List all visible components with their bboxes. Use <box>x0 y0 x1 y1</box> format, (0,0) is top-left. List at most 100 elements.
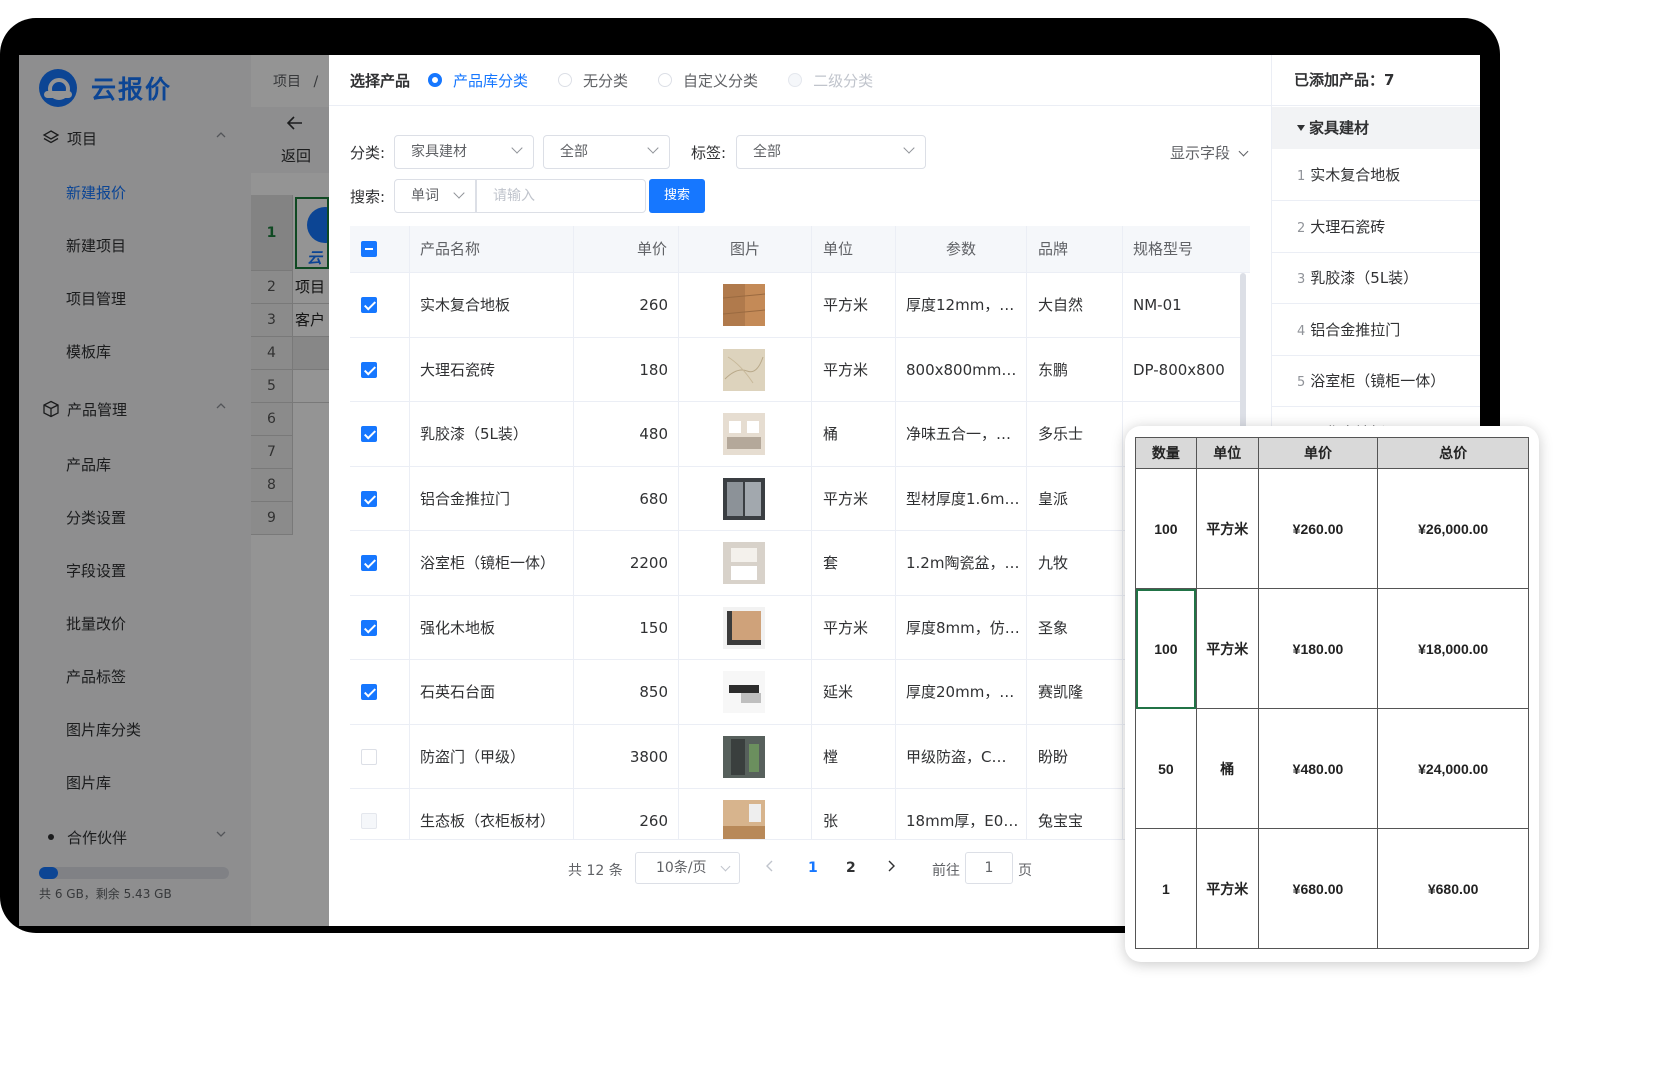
added-item-index: 2 <box>1297 220 1306 236</box>
page-number-2[interactable]: 2 <box>846 860 856 876</box>
table-row[interactable]: 乳胶漆（5L装）480桶净味五合一，…多乐士DL-5L-A890 <box>350 402 1242 467</box>
radio-no-category[interactable]: 无分类 <box>558 70 628 91</box>
radio-custom-category[interactable]: 自定义分类 <box>658 70 758 91</box>
table-row[interactable]: 防盗门（甲级） 3800 樘 甲级防盗，C… 盼盼 <box>350 725 1242 789</box>
column-header-params[interactable]: 参数 <box>946 226 976 273</box>
product-thumbnail[interactable] <box>723 606 765 649</box>
row-checkbox[interactable] <box>361 619 377 636</box>
sheet-cell-total[interactable]: ¥18,000.00 <box>1377 588 1529 709</box>
table-row[interactable]: 生态板（衣柜板材） 260 张 18mm厚，E0… 兔宝宝 <box>350 789 1242 840</box>
row-checkbox[interactable] <box>361 297 377 313</box>
chevron-down-icon <box>647 142 659 154</box>
subcategory-value: 全部 <box>560 144 588 160</box>
sheet-cell-price[interactable]: ¥260.00 <box>1257 468 1379 589</box>
sheet-header-price[interactable]: 单价 <box>1257 437 1379 469</box>
cell-name: 石英石台面 <box>420 683 496 701</box>
column-header-brand[interactable]: 品牌 <box>1038 226 1068 273</box>
chevron-left-icon <box>766 860 773 872</box>
sheet-cell-unit[interactable]: 平方米 <box>1195 468 1259 589</box>
sheet-cell-total[interactable]: ¥680.00 <box>1377 828 1529 949</box>
table-header: 产品名称 单价 图片 单位 参数 品牌 规格型号 <box>350 226 1250 273</box>
search-button[interactable]: 搜索 <box>649 179 705 213</box>
sheet-cell-qty[interactable]: 100 <box>1135 468 1197 589</box>
table-row[interactable]: 石英石台面 850 延米 厚度20mm，… 赛凯隆 <box>350 660 1242 725</box>
table-row[interactable]: 实木复合地板 260 平方米 厚度12mm，… 大自然 NM-01 <box>350 273 1242 338</box>
sheet-cell-price[interactable]: ¥480.00 <box>1257 708 1379 829</box>
table-row[interactable]: 铝合金推拉门 680 平方米 型材厚度1.6m… 皇派 <box>350 467 1242 531</box>
column-header-price[interactable]: 单价 <box>637 226 667 273</box>
added-product-item[interactable]: 3 乳胶漆（5L装） <box>1272 253 1480 304</box>
radio-dot <box>558 73 573 87</box>
sheet-cell-qty[interactable]: 1 <box>1135 828 1197 949</box>
radio-dot <box>788 73 803 87</box>
subcategory-select[interactable]: 全部 <box>543 135 670 169</box>
table-row[interactable]: 浴室柜（镜柜一体） 2200 套 1.2m陶瓷盆，… 九牧 <box>350 531 1242 596</box>
sheet-cell-unit[interactable]: 桶 <box>1195 708 1259 829</box>
category-value: 家具建材 <box>411 144 467 160</box>
goto-page-input[interactable]: 1 <box>965 852 1013 884</box>
product-thumbnail[interactable] <box>723 284 765 326</box>
product-thumbnail[interactable] <box>723 477 765 520</box>
product-thumbnail[interactable] <box>723 413 765 455</box>
cell-params: 厚度12mm，… <box>906 296 1015 314</box>
modal-overlay[interactable] <box>19 55 329 926</box>
sheet-header-total[interactable]: 总价 <box>1377 437 1529 469</box>
product-thumbnail[interactable] <box>723 800 765 840</box>
tag-select[interactable]: 全部 <box>736 135 926 169</box>
page-size-select[interactable]: 10条/页 <box>635 852 740 884</box>
added-product-item[interactable]: 2 大理石瓷砖 <box>1272 202 1480 253</box>
row-checkbox[interactable] <box>361 361 377 378</box>
sheet-cell-unit[interactable]: 平方米 <box>1195 828 1259 949</box>
row-checkbox[interactable] <box>361 748 377 765</box>
goto-suffix: 页 <box>1018 863 1032 879</box>
cell-brand: 九牧 <box>1038 554 1069 572</box>
radio-library-category[interactable]: 产品库分类 <box>428 70 528 91</box>
product-thumbnail[interactable] <box>723 542 765 584</box>
table-row[interactable]: 强化木地板 150 平方米 厚度8mm，仿… 圣象 <box>350 596 1242 660</box>
sheet-cell-price[interactable]: ¥680.00 <box>1257 828 1379 949</box>
cell-brand: 多乐士 <box>1038 425 1084 443</box>
row-checkbox[interactable] <box>361 555 377 571</box>
sheet-cell-unit[interactable]: 平方米 <box>1195 588 1259 709</box>
row-checkbox[interactable] <box>361 426 377 442</box>
search-mode-select[interactable]: 单词 <box>394 179 476 213</box>
cell-brand: 大自然 <box>1038 296 1084 314</box>
cell-brand: 赛凯隆 <box>1038 683 1084 701</box>
show-fields-toggle[interactable]: 显示字段 <box>1170 142 1249 163</box>
next-page-button[interactable] <box>886 859 896 877</box>
added-product-item[interactable]: 4 铝合金推拉门 <box>1272 305 1480 356</box>
sheet-cell-qty[interactable]: 50 <box>1135 708 1197 829</box>
cell-params: 800x800mm… <box>906 360 1017 379</box>
category-select[interactable]: 家具建材 <box>394 135 534 169</box>
product-thumbnail[interactable] <box>723 348 765 391</box>
search-input[interactable]: 请输入 <box>476 179 646 213</box>
row-checkbox[interactable] <box>361 490 377 507</box>
added-item-index: 5 <box>1297 375 1306 390</box>
column-header-unit[interactable]: 单位 <box>823 226 853 273</box>
sheet-header-unit[interactable]: 单位 <box>1195 437 1259 469</box>
table-row[interactable]: 大理石瓷砖 180 平方米 800x800mm… 东鹏 DP-800x800 <box>350 338 1242 402</box>
column-header-name[interactable]: 产品名称 <box>420 226 480 273</box>
sheet-cell-total[interactable]: ¥26,000.00 <box>1377 468 1529 589</box>
quote-sheet-table: 数量 单位 单价 总价 100 平方米 ¥260.00 ¥26,000.00 100 平方… <box>1135 437 1529 949</box>
sheet-header-qty[interactable]: 数量 <box>1135 437 1197 469</box>
column-header-model[interactable]: 规格型号 <box>1133 226 1193 273</box>
radio-label: 产品库分类 <box>453 71 529 90</box>
page-number-1[interactable]: 1 <box>808 860 818 876</box>
table-scrollbar[interactable] <box>1240 273 1246 433</box>
select-all-checkbox[interactable] <box>361 241 377 257</box>
search-mode-value: 单词 <box>411 188 439 204</box>
sheet-cell-qty[interactable]: 100 <box>1135 588 1197 709</box>
added-product-item[interactable]: 1 实木复合地板 <box>1272 150 1480 201</box>
sheet-cell-price[interactable]: ¥180.00 <box>1257 588 1379 709</box>
added-group-header[interactable]: 家具建材 <box>1272 107 1480 149</box>
category-label: 分类: <box>350 144 386 162</box>
product-thumbnail[interactable] <box>723 735 765 778</box>
prev-page-button[interactable] <box>765 859 775 877</box>
cell-unit: 平方米 <box>823 296 869 314</box>
cell-price: 2200 <box>629 554 668 572</box>
added-product-item[interactable]: 5 浴室柜（镜柜一体） <box>1272 356 1480 407</box>
sheet-cell-total[interactable]: ¥24,000.00 <box>1377 708 1529 829</box>
product-thumbnail[interactable] <box>723 671 765 713</box>
row-checkbox[interactable] <box>361 684 377 700</box>
